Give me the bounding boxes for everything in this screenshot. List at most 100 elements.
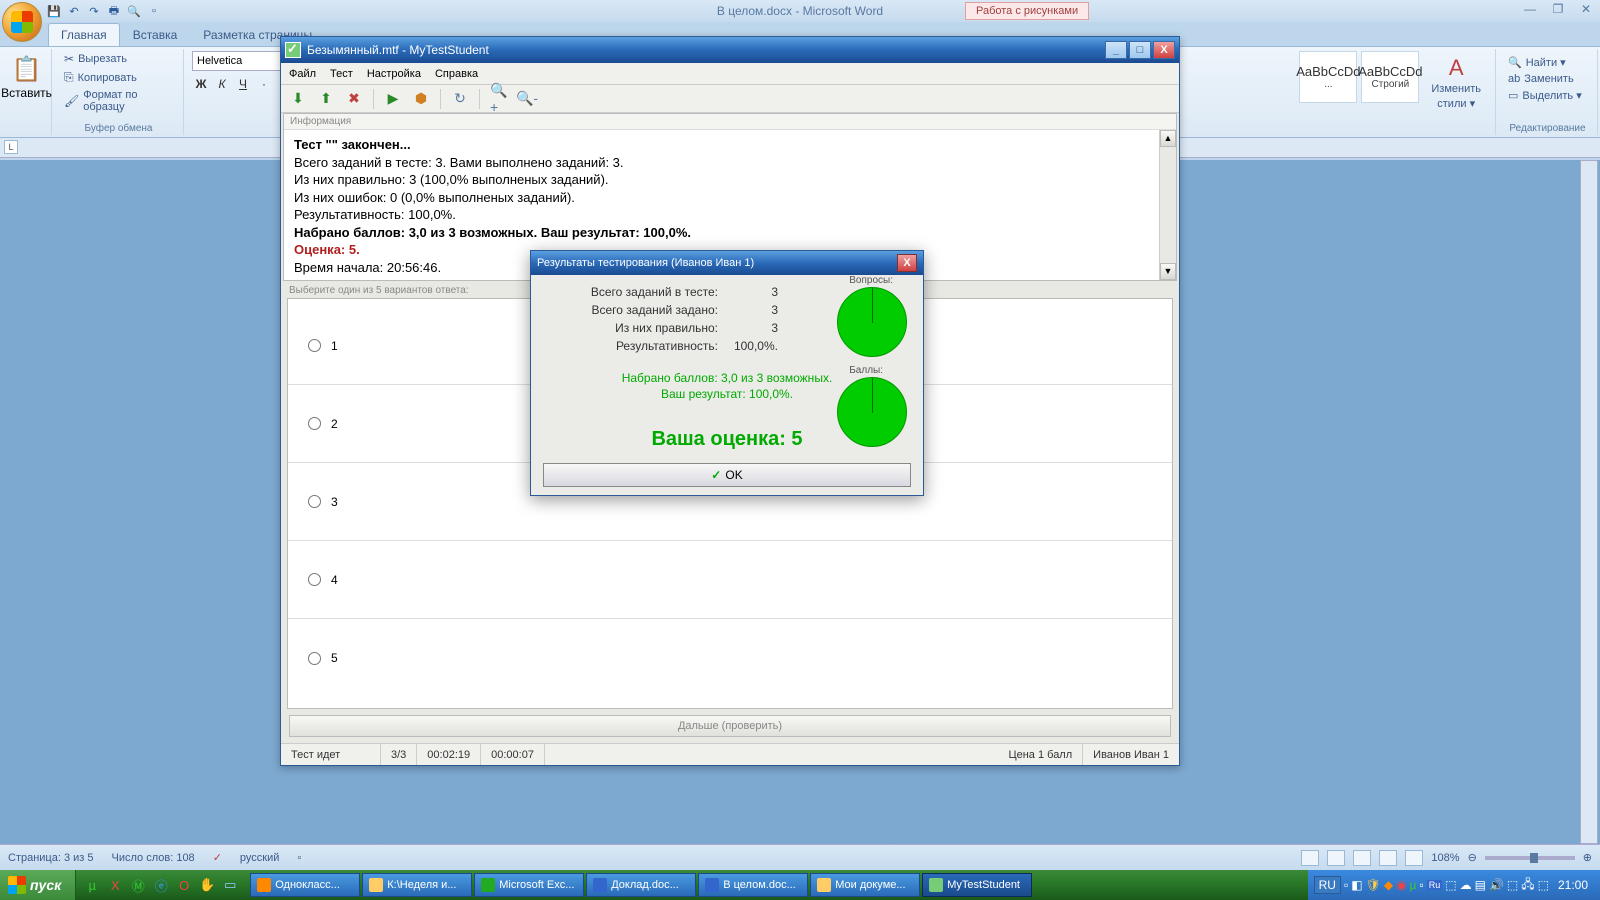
mytest-titlebar[interactable]: Безымянный.mtf - MyTestStudent _ □ X — [281, 37, 1179, 63]
change-styles-button[interactable]: AИзменитьстили ▾ — [1423, 51, 1489, 114]
tab-selector[interactable]: L — [4, 140, 18, 154]
tray-icon[interactable]: ☁ — [1460, 878, 1472, 892]
strike-button[interactable]: · — [255, 75, 273, 93]
copy-button[interactable]: ⎘Копировать — [60, 69, 177, 86]
taskbar-item-active[interactable]: MyTestStudent — [922, 873, 1032, 897]
cancel-icon[interactable]: ✖ — [345, 90, 363, 108]
ql-utorrent-icon[interactable]: µ — [82, 875, 102, 895]
option-radio[interactable] — [308, 339, 321, 352]
taskbar-item[interactable]: В целом.doc... — [698, 873, 808, 897]
menu-test[interactable]: Тест — [330, 68, 353, 80]
view-draft-icon[interactable] — [1405, 850, 1423, 866]
status-words[interactable]: Число слов: 108 — [112, 852, 195, 864]
tray-shield-icon[interactable]: 🛡 — [1366, 878, 1381, 892]
ql-desktop-icon[interactable]: ▭ — [220, 875, 240, 895]
zoom-plus[interactable]: ⊕ — [1583, 851, 1592, 864]
tray-ru-icon[interactable]: Ru — [1427, 880, 1443, 890]
status-lang[interactable]: русский — [240, 852, 279, 864]
option-row[interactable]: 5 — [288, 619, 1172, 697]
zoom-value[interactable]: 108% — [1431, 852, 1459, 864]
paste-button[interactable]: 📋 Вставить — [8, 51, 45, 104]
minimize-button[interactable]: _ — [1105, 41, 1127, 59]
tray-icon[interactable]: µ — [1410, 878, 1417, 892]
option-radio[interactable] — [308, 417, 321, 430]
context-tab-pictures[interactable]: Работа с рисунками — [965, 2, 1089, 20]
tray-icon[interactable]: ⬚ — [1445, 878, 1456, 892]
tray-icon[interactable]: ▫ — [1419, 878, 1423, 892]
menu-settings[interactable]: Настройка — [367, 68, 421, 80]
tray-network-icon[interactable]: 🖧 — [1521, 875, 1534, 896]
tab-insert[interactable]: Вставка — [120, 23, 191, 46]
format-painter-button[interactable]: 🖌Формат по образцу — [60, 88, 177, 114]
ok-button[interactable]: ✓OK — [543, 463, 911, 487]
minimize-icon[interactable]: — — [1520, 2, 1540, 16]
taskbar-item[interactable]: Мои докуме... — [810, 873, 920, 897]
ql-m-icon[interactable]: Ⓜ — [128, 875, 148, 895]
close-button[interactable]: X — [1153, 41, 1175, 59]
tab-home[interactable]: Главная — [48, 23, 120, 46]
info-scrollbar[interactable]: ▲ ▼ — [1159, 130, 1176, 280]
italic-button[interactable]: К — [213, 75, 231, 93]
taskbar-item[interactable]: К:\Неделя и... — [362, 873, 472, 897]
zoom-out-icon[interactable]: 🔍- — [518, 90, 536, 108]
restore-icon[interactable]: ❐ — [1548, 2, 1568, 16]
tray-icon[interactable]: ▫ — [1344, 878, 1348, 892]
ql-hand-icon[interactable]: ✋ — [197, 875, 217, 895]
spellcheck-icon[interactable]: ✓ — [213, 851, 222, 864]
view-read-icon[interactable] — [1327, 850, 1345, 866]
dialog-titlebar[interactable]: Результаты тестирования (Иванов Иван 1) … — [531, 251, 923, 275]
zoom-minus[interactable]: ⊖ — [1468, 851, 1477, 864]
option-radio[interactable] — [308, 573, 321, 586]
ql-x-icon[interactable]: X — [105, 875, 125, 895]
taskbar-item[interactable]: Доклад.doc... — [586, 873, 696, 897]
office-button[interactable] — [2, 2, 42, 42]
find-button[interactable]: 🔍Найти ▾ — [1504, 55, 1591, 70]
replace-button[interactable]: abЗаменить — [1504, 72, 1591, 86]
start-button[interactable]: пуск — [0, 870, 76, 900]
prev-icon[interactable]: ⬇ — [289, 90, 307, 108]
tray-icon[interactable]: ▤ — [1475, 878, 1486, 892]
view-print-icon[interactable] — [1301, 850, 1319, 866]
select-button[interactable]: ▭Выделить ▾ — [1504, 88, 1591, 103]
style-preview[interactable]: AaBbCcDd... — [1299, 51, 1357, 103]
tray-icon[interactable]: ⬚ — [1507, 878, 1518, 892]
tray-icon[interactable]: ◉ — [1396, 878, 1406, 892]
underline-button[interactable]: Ч — [234, 75, 252, 93]
tray-icon[interactable]: ◆ — [1384, 878, 1393, 892]
tray-volume-icon[interactable]: 🔊 — [1489, 878, 1504, 892]
maximize-button[interactable]: □ — [1129, 41, 1151, 59]
clock[interactable]: 21:00 — [1552, 878, 1594, 892]
dialog-close-button[interactable]: X — [897, 254, 917, 272]
menu-file[interactable]: Файл — [289, 68, 316, 80]
word-window-buttons: — ❐ ✕ — [1520, 2, 1596, 16]
cut-button[interactable]: ✂Вырезать — [60, 51, 177, 67]
option-radio[interactable] — [308, 652, 321, 665]
scroll-down-icon[interactable]: ▼ — [1160, 263, 1176, 280]
tray-icon[interactable]: ◧ — [1351, 878, 1362, 892]
play-icon[interactable]: ▶ — [384, 90, 402, 108]
tray-icon[interactable]: ⬚ — [1538, 878, 1549, 892]
ql-opera-icon[interactable]: O — [174, 875, 194, 895]
ql-ie-icon[interactable]: ⓔ — [151, 875, 171, 895]
taskbar-item[interactable]: Microsoft Exc... — [474, 873, 584, 897]
close-icon[interactable]: ✕ — [1576, 2, 1596, 16]
insert-mode-icon[interactable]: ▫ — [297, 852, 301, 864]
zoom-in-icon[interactable]: 🔍+ — [490, 90, 508, 108]
option-radio[interactable] — [308, 495, 321, 508]
taskbar-item[interactable]: Однокласс... — [250, 873, 360, 897]
view-outline-icon[interactable] — [1379, 850, 1397, 866]
word-scrollbar[interactable] — [1580, 160, 1598, 844]
style-strict[interactable]: AaBbCcDdСтрогий — [1361, 51, 1419, 103]
zoom-slider[interactable] — [1485, 856, 1575, 860]
option-row[interactable]: 4 — [288, 541, 1172, 619]
language-indicator[interactable]: RU — [1314, 876, 1341, 894]
scroll-up-icon[interactable]: ▲ — [1160, 130, 1176, 147]
next-button[interactable]: Дальше (проверить) — [289, 715, 1171, 737]
status-page[interactable]: Страница: 3 из 5 — [8, 852, 94, 864]
view-web-icon[interactable] — [1353, 850, 1371, 866]
next-icon[interactable]: ⬆ — [317, 90, 335, 108]
bold-button[interactable]: Ж — [192, 75, 210, 93]
menu-help[interactable]: Справка — [435, 68, 478, 80]
refresh-icon[interactable]: ↻ — [451, 90, 469, 108]
stop-icon[interactable]: ⬢ — [412, 90, 430, 108]
